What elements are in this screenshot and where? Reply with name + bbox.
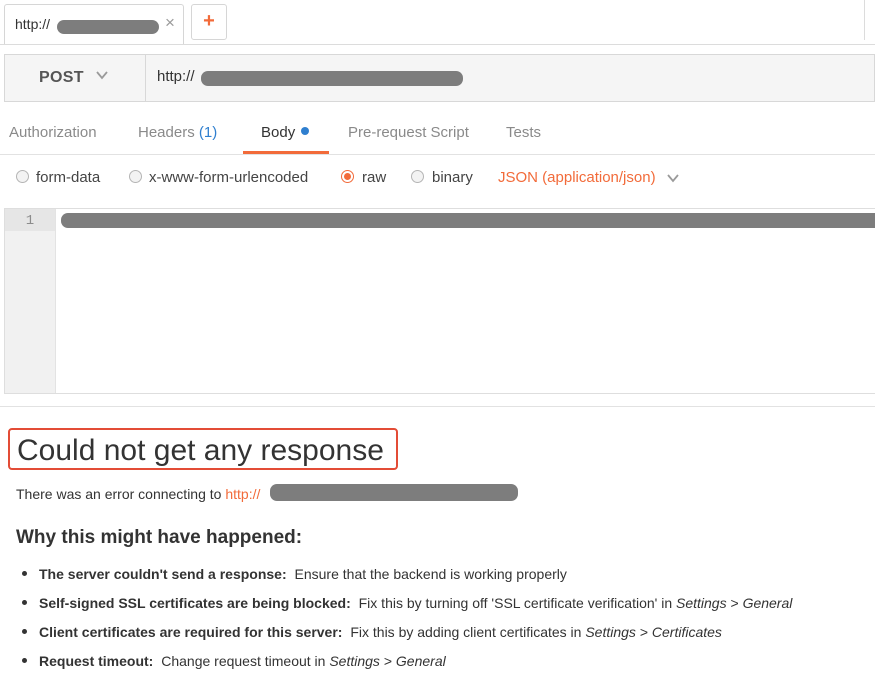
error-url-link[interactable]: http:// bbox=[225, 486, 260, 502]
url-input[interactable]: http:// bbox=[157, 68, 195, 85]
response-error-title-box: Could not get any response bbox=[8, 428, 398, 470]
response-divider bbox=[0, 406, 875, 407]
request-subtabs: Authorization Headers (1) Body Pre-reque… bbox=[0, 114, 875, 155]
reason-title: Client certificates are required for thi… bbox=[39, 624, 343, 640]
reason-text: Fix this by adding client certificates i… bbox=[350, 624, 582, 640]
modified-dot-icon bbox=[301, 127, 310, 135]
reason-title: Request timeout: bbox=[39, 653, 154, 669]
reason-title: The server couldn't send a response: bbox=[39, 566, 287, 582]
settings-ref: Settings bbox=[676, 595, 727, 611]
radio-raw[interactable] bbox=[341, 170, 354, 183]
chevron-down-icon[interactable] bbox=[666, 171, 680, 185]
list-item: The server couldn't send a response: Ens… bbox=[22, 566, 567, 582]
bullet-icon bbox=[22, 600, 27, 605]
chevron-down-icon bbox=[96, 71, 108, 80]
editor-gutter: 1 bbox=[5, 209, 56, 393]
bullet-icon bbox=[22, 629, 27, 634]
path-separator: > bbox=[639, 624, 649, 640]
radio-raw-label: raw bbox=[362, 169, 387, 186]
request-tab[interactable]: http:// × bbox=[4, 4, 184, 44]
tab-headers-label: Headers bbox=[138, 124, 195, 141]
settings-section-ref: General bbox=[395, 653, 446, 669]
settings-section-ref: General bbox=[742, 595, 793, 611]
tab-authorization[interactable]: Authorization bbox=[9, 124, 97, 141]
tab-headers[interactable]: Headers (1) bbox=[138, 124, 217, 141]
list-item: Request timeout: Change request timeout … bbox=[22, 653, 446, 669]
why-heading: Why this might have happened: bbox=[16, 527, 303, 548]
radio-form-data-label: form-data bbox=[36, 169, 101, 186]
path-separator: > bbox=[383, 653, 393, 669]
headers-count-badge: (1) bbox=[198, 124, 218, 141]
list-item: Client certificates are required for thi… bbox=[22, 624, 722, 640]
radio-urlencoded[interactable] bbox=[129, 170, 142, 183]
error-url-redaction bbox=[270, 484, 518, 501]
radio-urlencoded-label: x-www-form-urlencoded bbox=[149, 169, 309, 186]
url-redaction bbox=[201, 71, 463, 86]
radio-form-data[interactable] bbox=[16, 170, 29, 183]
tab-body-label: Body bbox=[261, 124, 296, 141]
list-item: Self-signed SSL certificates are being b… bbox=[22, 595, 792, 611]
request-url-bar: POST http:// bbox=[4, 54, 875, 102]
radio-binary[interactable] bbox=[411, 170, 424, 183]
reason-text: Ensure that the backend is working prope… bbox=[294, 566, 567, 582]
tab-bar: http:// × + bbox=[0, 0, 875, 45]
response-error-title: Could not get any response bbox=[17, 434, 384, 467]
settings-ref: Settings bbox=[585, 624, 636, 640]
content-type-dropdown[interactable]: JSON (application/json) bbox=[498, 169, 656, 186]
radio-binary-label: binary bbox=[432, 169, 473, 186]
tab-bar-divider bbox=[864, 0, 865, 40]
tab-label: http:// bbox=[15, 16, 51, 32]
bullet-icon bbox=[22, 571, 27, 576]
body-type-selector: form-data x-www-form-urlencoded raw bina… bbox=[0, 164, 875, 194]
settings-section-ref: Certificates bbox=[651, 624, 722, 640]
line-number: 1 bbox=[25, 213, 35, 229]
tab-url-redaction bbox=[57, 20, 159, 34]
bullet-icon bbox=[22, 658, 27, 663]
method-select[interactable]: POST bbox=[5, 55, 146, 101]
settings-ref: Settings bbox=[329, 653, 380, 669]
body-editor[interactable]: 1 bbox=[4, 208, 875, 394]
close-icon[interactable]: × bbox=[165, 13, 175, 33]
tab-body[interactable]: Body bbox=[261, 124, 310, 141]
active-tab-indicator bbox=[243, 151, 329, 154]
reason-text: Change request timeout in bbox=[161, 653, 326, 669]
new-tab-button[interactable]: + bbox=[191, 4, 227, 40]
error-message: There was an error connecting to http:// bbox=[16, 486, 260, 502]
tab-prerequest-script[interactable]: Pre-request Script bbox=[348, 124, 469, 141]
method-label: POST bbox=[39, 69, 84, 86]
body-content-redaction bbox=[61, 213, 875, 228]
tab-tests[interactable]: Tests bbox=[506, 124, 541, 141]
path-separator: > bbox=[730, 595, 739, 611]
reason-title: Self-signed SSL certificates are being b… bbox=[39, 595, 351, 611]
reason-text: Fix this by turning off 'SSL certificate… bbox=[358, 595, 673, 611]
error-prefix: There was an error connecting to bbox=[16, 486, 222, 502]
